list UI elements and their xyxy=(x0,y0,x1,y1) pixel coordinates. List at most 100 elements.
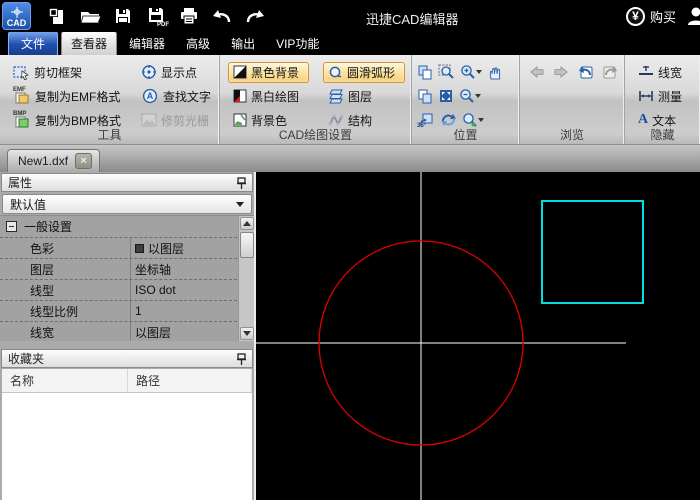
cyan-rectangle xyxy=(541,200,644,304)
document-tab-label: New1.dxf xyxy=(18,154,69,168)
preset-select-value: 默认值 xyxy=(10,197,47,212)
scroll-up-button[interactable] xyxy=(240,217,254,230)
group-label-position: 位置 xyxy=(453,128,478,142)
paste-view-icon xyxy=(418,89,432,104)
open-file-button[interactable] xyxy=(77,3,103,29)
layers-icon xyxy=(329,89,343,103)
favorites-list[interactable] xyxy=(2,393,252,500)
undo-icon xyxy=(213,10,231,23)
collapse-icon[interactable] xyxy=(6,221,17,232)
zoom-window-button[interactable] xyxy=(437,63,456,81)
favorites-panel-title: 收藏夹 xyxy=(8,352,45,366)
pin-icon[interactable] xyxy=(237,352,246,365)
tab-editor[interactable]: 编辑器 xyxy=(120,32,174,55)
show-points-button[interactable]: 显示点 xyxy=(136,62,216,83)
zoom-extents-dropdown[interactable] xyxy=(478,118,484,122)
tab-file[interactable]: 文件 xyxy=(8,31,59,55)
close-tab-button[interactable]: × xyxy=(75,153,93,169)
zoom-in-dropdown[interactable] xyxy=(476,70,482,74)
copy-view-button[interactable] xyxy=(416,63,434,81)
chevron-down-icon xyxy=(236,201,244,207)
document-tab-bar: New1.dxf × xyxy=(0,145,700,172)
zoom-window-icon xyxy=(438,64,454,79)
measure-button[interactable]: 测量 xyxy=(633,86,694,107)
copy-emf-button[interactable]: EMF 复制为EMF格式 xyxy=(8,86,126,107)
zoom-fit-button[interactable] xyxy=(437,87,455,105)
line-width-icon xyxy=(639,66,653,75)
structure-icon xyxy=(328,114,344,126)
bw-drawing-button[interactable]: 黑白绘图 xyxy=(228,86,309,107)
property-row-linetype-scale[interactable]: 线型比例 1 xyxy=(0,301,237,322)
group-hide: 线宽 测量 A 文本 隐藏 xyxy=(625,55,700,144)
find-text-button[interactable]: A 查找文字 xyxy=(136,86,216,107)
quick-access-toolbar: PDF xyxy=(44,3,268,29)
zoom-in-button[interactable] xyxy=(459,63,483,81)
pan-button[interactable] xyxy=(486,63,504,81)
forward-arrow-icon xyxy=(554,65,568,79)
black-background-toggle[interactable]: 黑色背景 xyxy=(228,61,309,83)
zoom-out-icon xyxy=(460,89,474,103)
document-tab[interactable]: New1.dxf × xyxy=(7,149,101,172)
line-width-button[interactable]: 线宽 xyxy=(633,62,694,83)
redo-icon xyxy=(246,10,264,23)
copy-emf-icon: EMF xyxy=(13,87,31,105)
ribbon: 剪切框架 EMF 复制为EMF格式 BMP 复制为BMP格式 显示点 A 查找文… xyxy=(0,55,700,145)
property-row-lineweight[interactable]: 线宽 以图层 xyxy=(0,322,237,341)
title-bar: CAD PDF 迅捷CAD编辑器 ¥ 购买 xyxy=(0,0,700,32)
save-button[interactable] xyxy=(110,3,136,29)
view-redo-icon xyxy=(603,66,618,79)
cut-frame-button[interactable]: 剪切框架 xyxy=(8,62,126,83)
new-file-icon xyxy=(49,8,63,24)
side-panel: 属性 默认值 一般设置 色彩 以图层 图层 坐标轴 线型 ISO dot 线型比… xyxy=(0,172,256,500)
favorites-column-headers: 名称 路径 xyxy=(2,369,252,393)
window-title: 迅捷CAD编辑器 xyxy=(366,12,459,27)
column-header-name[interactable]: 名称 xyxy=(2,369,128,392)
scrollbar-thumb[interactable] xyxy=(240,232,254,258)
show-points-icon xyxy=(142,65,157,79)
tab-vip[interactable]: VIP功能 xyxy=(267,32,328,55)
view-undo-button[interactable] xyxy=(576,63,595,81)
redo-button[interactable] xyxy=(242,3,268,29)
view-undo-icon xyxy=(578,66,593,79)
account-button[interactable] xyxy=(685,4,700,28)
preset-select[interactable]: 默认值 xyxy=(2,194,252,214)
undo-button[interactable] xyxy=(209,3,235,29)
buy-button[interactable]: ¥ 购买 xyxy=(625,6,676,26)
property-row-layer[interactable]: 图层 坐标轴 xyxy=(0,259,237,280)
smooth-arc-toggle[interactable]: 圆滑弧形 xyxy=(323,61,405,83)
pan-hand-icon xyxy=(489,67,501,80)
print-button[interactable] xyxy=(176,3,202,29)
back-arrow-icon xyxy=(530,65,544,79)
properties-panel-title: 属性 xyxy=(8,176,33,190)
group-cad-settings: 黑色背景 黑白绘图 背景色 圆滑弧形 图层 结构 CAD绘图设置 xyxy=(220,55,412,144)
tab-advanced[interactable]: 高级 xyxy=(177,32,219,55)
tab-output[interactable]: 输出 xyxy=(222,32,264,55)
favorites-panel-header: 收藏夹 xyxy=(1,349,253,368)
user-icon xyxy=(688,7,700,25)
paste-view-button[interactable] xyxy=(416,87,434,105)
property-category-label: 一般设置 xyxy=(24,220,73,234)
zoom-out-dropdown[interactable] xyxy=(475,94,481,98)
property-grid: 一般设置 色彩 以图层 图层 坐标轴 线型 ISO dot 线型比例 1 线宽 … xyxy=(0,215,254,341)
group-label-tools: 工具 xyxy=(97,128,122,142)
zoom-in-icon xyxy=(461,65,475,79)
trim-raster-icon xyxy=(141,113,157,127)
tab-viewer[interactable]: 查看器 xyxy=(61,31,118,55)
crosshair-logo-icon xyxy=(10,7,23,18)
scroll-down-button[interactable] xyxy=(240,327,254,340)
zoom-fit-icon xyxy=(440,90,452,102)
app-logo[interactable]: CAD xyxy=(2,2,31,30)
property-grid-scrollbar[interactable] xyxy=(238,216,254,341)
property-row-linetype[interactable]: 线型 ISO dot xyxy=(0,280,237,301)
smooth-arc-icon xyxy=(329,66,342,77)
property-category-row[interactable]: 一般设置 xyxy=(0,216,237,238)
property-row-color[interactable]: 色彩 以图层 xyxy=(0,238,237,259)
group-label-hide: 隐藏 xyxy=(650,128,675,142)
zoom-out-button[interactable] xyxy=(458,87,482,105)
layers-button[interactable]: 图层 xyxy=(323,86,405,107)
new-file-button[interactable] xyxy=(44,3,70,29)
pin-icon[interactable] xyxy=(237,176,246,189)
drawing-canvas[interactable] xyxy=(256,172,700,500)
save-as-pdf-button[interactable]: PDF xyxy=(143,3,169,29)
column-header-path[interactable]: 路径 xyxy=(128,369,252,392)
